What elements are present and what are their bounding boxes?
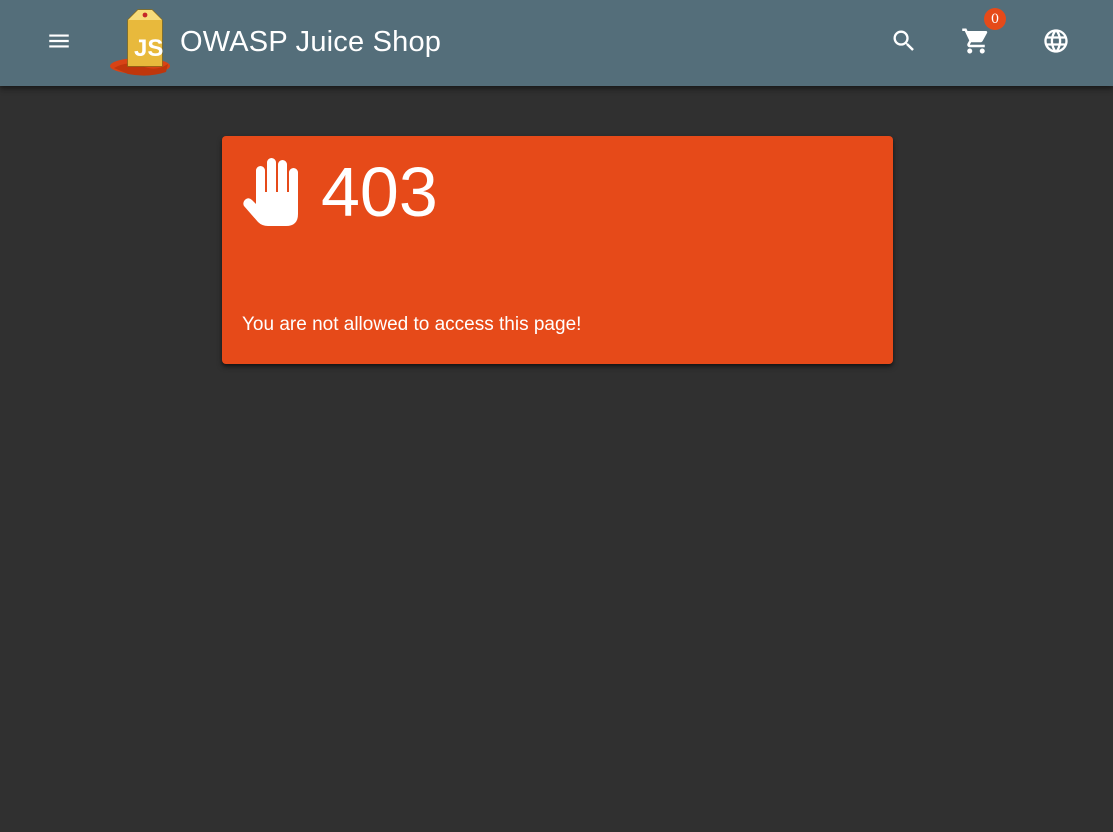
shopping-cart-button[interactable]: 0 [952, 8, 1006, 65]
search-button[interactable] [880, 17, 928, 65]
home-logo-link[interactable]: JS OWASP Juice Shop [108, 6, 441, 78]
error-card: 403 You are not allowed to access this p… [222, 136, 893, 364]
error-code: 403 [321, 153, 438, 231]
error-header: 403 [242, 156, 438, 228]
svg-text:JS: JS [134, 35, 163, 62]
search-icon [893, 30, 914, 51]
error-message: You are not allowed to access this page! [242, 314, 582, 335]
globe-icon [1044, 29, 1068, 53]
hand-stop-icon [243, 158, 298, 226]
app-title: OWASP Juice Shop [180, 25, 442, 58]
shopping-cart-icon [962, 28, 988, 54]
top-toolbar: JS OWASP Juice Shop 0 [0, 0, 1113, 86]
cart-count-badge: 0 [984, 8, 1006, 30]
juice-box-logo: JS [110, 9, 170, 76]
menu-icon [49, 34, 69, 48]
language-button[interactable] [1032, 17, 1080, 65]
sidenav-menu-button[interactable] [35, 17, 83, 65]
